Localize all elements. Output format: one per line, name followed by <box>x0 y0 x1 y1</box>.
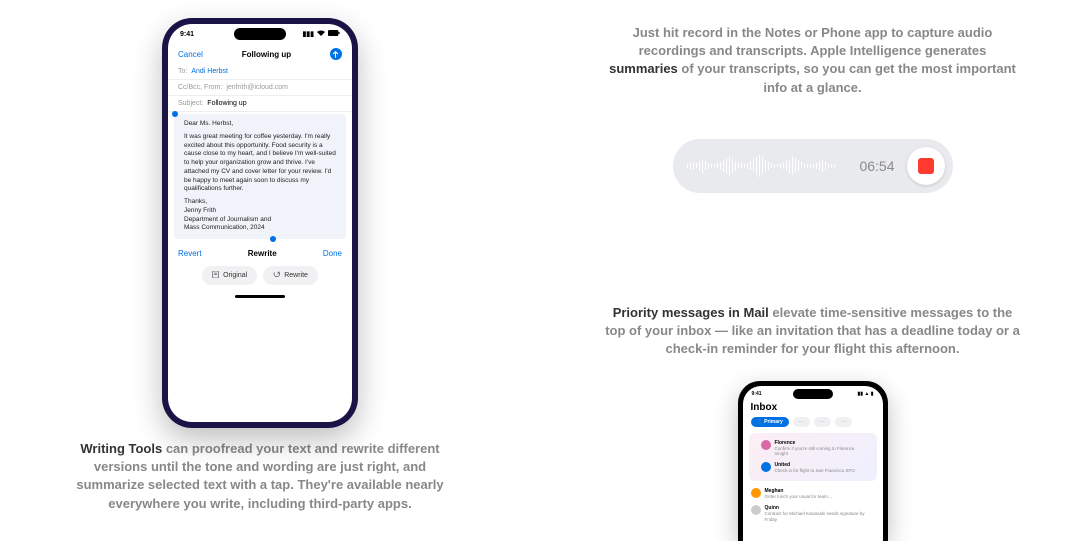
caption-bold: summaries <box>609 61 678 76</box>
stop-record-button[interactable] <box>907 147 945 185</box>
rewrite-options: Original Rewrite <box>168 262 352 293</box>
wifi-icon <box>317 30 325 38</box>
signal-icon: ▮▮▮ <box>302 30 314 38</box>
priority-mail-card: Priority messages in Mail elevate time-s… <box>545 272 1080 532</box>
to-label: To: <box>178 68 187 75</box>
avatar <box>761 462 771 472</box>
body-signoff4: Mass Communication, 2024 <box>184 224 336 233</box>
mail-screen: 9:41 ▮▮ ▲ ▮ Inbox 👤 Primary ⋯ ⋯ ⋯ <box>743 386 883 541</box>
mail-tabs: 👤 Primary ⋯ ⋯ ⋯ <box>751 417 875 427</box>
writing-tools-toolbar: Revert Rewrite Done <box>168 241 352 262</box>
priority-caption: Priority messages in Mail elevate time-s… <box>575 304 1050 359</box>
tab-label: Primary <box>764 419 783 425</box>
revert-button[interactable]: Revert <box>178 249 202 258</box>
email-body-selection[interactable]: Dear Ms. Herbst, It was great meeting fo… <box>174 114 346 239</box>
done-button[interactable]: Done <box>323 249 342 258</box>
writing-tools-caption: Writing Tools can proofread your text an… <box>70 440 450 513</box>
person-icon: 👤 <box>757 419 763 425</box>
send-button[interactable] <box>330 48 342 60</box>
original-pill[interactable]: Original <box>202 266 257 285</box>
to-field[interactable]: To: Andi Herbst <box>168 64 352 80</box>
status-icons: ▮▮▮ <box>302 30 340 38</box>
caption-pre: Just hit record in the Notes or Phone ap… <box>633 25 993 58</box>
body-signoff1: Thanks, <box>184 198 336 207</box>
doc-icon <box>212 271 219 280</box>
inbox-title: Inbox <box>751 402 875 413</box>
message-text: United Check in for flight to San Franci… <box>775 462 855 473</box>
rewrite-title: Rewrite <box>248 249 277 258</box>
rewrite-pill[interactable]: Rewrite <box>263 266 318 285</box>
list-item[interactable]: Meghan Order lunch your usual for team… <box>743 485 883 502</box>
cc-bcc-field[interactable]: Cc/Bcc, From: jenfrith@icloud.com <box>168 80 352 96</box>
waveform <box>687 153 848 179</box>
list-item[interactable]: United Check in for flight to San Franci… <box>753 459 873 476</box>
mail-phone-mockup: 9:41 ▮▮ ▲ ▮ Inbox 👤 Primary ⋯ ⋯ ⋯ <box>738 381 888 541</box>
caption-bold: Priority messages in Mail <box>613 305 769 320</box>
home-indicator[interactable] <box>235 295 285 298</box>
original-label: Original <box>223 272 247 279</box>
message-text: Florence Confirm if you're still coming … <box>775 440 865 457</box>
tab-other-2[interactable]: ⋯ <box>814 417 831 427</box>
recording-card: Just hit record in the Notes or Phone ap… <box>545 0 1080 246</box>
writing-tools-card: 9:41 ▮▮▮ Cancel Following up <box>0 0 520 532</box>
phone-notch <box>793 389 833 399</box>
phone-notch <box>234 28 286 40</box>
body-signoff2: Jenny Frith <box>184 207 336 216</box>
avatar <box>761 440 771 450</box>
tab-primary[interactable]: 👤 Primary <box>751 417 789 427</box>
subject-field[interactable]: Subject: Following up <box>168 96 352 112</box>
message-preview: Contract for Michael Kawasaki needs sign… <box>765 511 875 522</box>
priority-group: Florence Confirm if you're still coming … <box>749 433 877 481</box>
status-time: 9:41 <box>180 31 194 38</box>
right-column: Just hit record in the Notes or Phone ap… <box>545 0 1080 532</box>
tab-other-1[interactable]: ⋯ <box>793 417 810 427</box>
ccbcc-value: jenfrith@icloud.com <box>226 84 288 91</box>
rewrite-icon <box>273 271 280 280</box>
mail-header: Inbox 👤 Primary ⋯ ⋯ ⋯ <box>743 402 883 427</box>
phone-screen: 9:41 ▮▮▮ Cancel Following up <box>168 24 352 422</box>
list-item[interactable]: Quinn Contract for Michael Kawasaki need… <box>743 502 883 525</box>
status-icons: ▮▮ ▲ ▮ <box>858 391 874 397</box>
subject-label: Subject: <box>178 100 203 107</box>
cancel-button[interactable]: Cancel <box>178 50 203 59</box>
battery-icon <box>328 30 340 38</box>
compose-navbar: Cancel Following up <box>168 44 352 64</box>
message-preview: Order lunch your usual for team… <box>765 494 833 499</box>
message-text: Quinn Contract for Michael Kawasaki need… <box>765 505 875 522</box>
caption-lead: Writing Tools <box>80 441 162 456</box>
selection-handle-start[interactable] <box>172 111 178 117</box>
message-text: Meghan Order lunch your usual for team… <box>765 488 833 499</box>
recording-bar: 06:54 <box>673 139 953 193</box>
ccbcc-label: Cc/Bcc, From: <box>178 84 222 91</box>
subject-value: Following up <box>207 100 246 107</box>
message-preview: Confirm if you're still coming to Floren… <box>775 446 865 457</box>
body-signoff3: Department of Journalism and <box>184 216 336 225</box>
nav-title: Following up <box>242 50 291 59</box>
rewrite-label: Rewrite <box>284 272 308 279</box>
phone-mockup: 9:41 ▮▮▮ Cancel Following up <box>162 18 358 428</box>
message-list: Florence Confirm if you're still coming … <box>743 433 883 525</box>
avatar <box>751 505 761 515</box>
body-paragraph: It was great meeting for coffee yesterda… <box>184 133 336 194</box>
avatar <box>751 488 761 498</box>
tab-other-3[interactable]: ⋯ <box>835 417 852 427</box>
recording-time: 06:54 <box>859 158 894 174</box>
list-item[interactable]: Florence Confirm if you're still coming … <box>753 437 873 460</box>
status-time: 9:41 <box>752 391 762 397</box>
caption-post: of your transcripts, so you can get the … <box>678 61 1016 94</box>
to-value: Andi Herbst <box>191 68 228 75</box>
body-greeting: Dear Ms. Herbst, <box>184 120 336 129</box>
message-preview: Check in for flight to San Francisco SFO <box>775 468 855 473</box>
recording-caption: Just hit record in the Notes or Phone ap… <box>575 24 1050 97</box>
stop-icon <box>918 158 934 174</box>
